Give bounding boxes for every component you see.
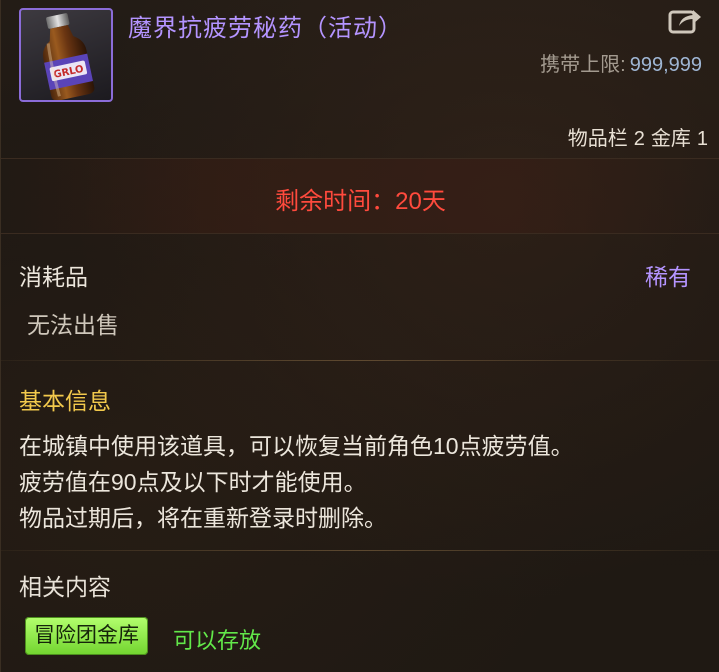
remaining-time-text: 剩余时间：20天 — [275, 188, 446, 215]
item-rarity: 稀有 — [645, 264, 691, 290]
storage-count: 物品栏 2 金库 1 — [562, 122, 708, 151]
divider — [1, 360, 719, 361]
inventory-label: 物品栏 — [567, 128, 628, 150]
sell-status: 无法出售 — [27, 312, 119, 338]
related-content-title: 相关内容 — [19, 574, 111, 600]
item-tooltip: GRLO 魔界抗疲劳秘药（活动） 携带上限: 999,999 物品栏 2 金库 1 剩余… — [0, 0, 719, 672]
remaining-time-bar: 剩余时间：20天 — [1, 158, 719, 234]
share-export-icon[interactable] — [667, 6, 703, 36]
carry-limit-value: 999,999 — [629, 54, 702, 76]
potion-bottle-icon: GRLO — [19, 8, 113, 102]
inventory-count: 2 — [633, 128, 645, 150]
item-category: 消耗品 — [19, 264, 88, 290]
item-name: 魔界抗疲劳秘药（活动） — [128, 15, 403, 42]
bank-label: 金库 — [650, 128, 691, 150]
carry-limit: 携带上限: 999,999 — [540, 48, 702, 77]
divider — [1, 550, 719, 551]
tooltip-header: GRLO 魔界抗疲劳秘药（活动） 携带上限: 999,999 物品栏 2 金库 1 — [1, 0, 719, 150]
adventure-bank-tag[interactable]: 冒险团金库 — [25, 617, 148, 655]
storable-status: 可以存放 — [173, 628, 262, 653]
description-line: 在城镇中使用该道具，可以恢复当前角色10点疲劳值。 — [19, 433, 574, 459]
description-line: 疲劳值在90点及以下时才能使用。 — [19, 469, 367, 495]
carry-limit-label: 携带上限: — [540, 54, 626, 76]
description-line: 物品过期后，将在重新登录时删除。 — [19, 505, 387, 531]
basic-info-title: 基本信息 — [19, 388, 111, 414]
bank-count: 1 — [696, 128, 708, 150]
item-description: 在城镇中使用该道具，可以恢复当前角色10点疲劳值。 疲劳值在90点及以下时才能使… — [19, 428, 574, 536]
